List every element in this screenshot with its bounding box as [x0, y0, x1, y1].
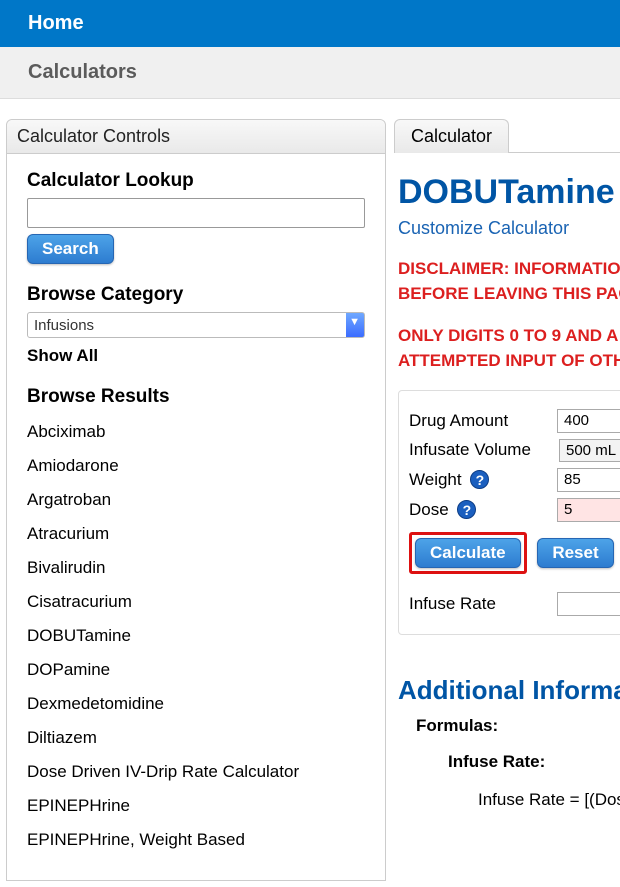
controls-panel-header: Calculator Controls [7, 120, 385, 154]
list-item[interactable]: Bivalirudin [27, 558, 365, 578]
disclaimer-line-1: DISCLAIMER: INFORMATION [398, 257, 620, 282]
calculate-button[interactable]: Calculate [415, 538, 521, 568]
lookup-title: Calculator Lookup [27, 170, 365, 192]
disclaimer-line-4: ATTEMPTED INPUT OF OTHE [398, 349, 620, 374]
lookup-input[interactable] [27, 198, 365, 228]
dose-label: Dose ? [409, 500, 557, 520]
list-item[interactable]: Abciximab [27, 422, 365, 442]
customize-link[interactable]: Customize Calculator [398, 218, 620, 239]
list-item[interactable]: Cisatracurium [27, 592, 365, 612]
list-item[interactable]: Argatroban [27, 490, 365, 510]
dose-input[interactable] [557, 498, 620, 522]
drug-amount-input[interactable] [557, 409, 620, 433]
browse-category-title: Browse Category [27, 284, 365, 306]
controls-panel: Calculator Controls Calculator Lookup Se… [6, 119, 386, 881]
weight-label: Weight ? [409, 470, 557, 490]
weight-input[interactable] [557, 468, 620, 492]
formulas-label: Formulas: [416, 716, 620, 736]
calculator-panel: Calculator DOBUTamine Customize Calculat… [394, 119, 620, 810]
top-nav: Home [0, 0, 620, 47]
nav-calculators[interactable]: Calculators [28, 61, 137, 83]
calculate-highlight: Calculate [409, 532, 527, 574]
help-icon[interactable]: ? [470, 470, 489, 489]
infuse-rate-output [557, 592, 620, 616]
results-list: Abciximab Amiodarone Argatroban Atracuri… [27, 422, 365, 850]
drug-amount-label: Drug Amount [409, 411, 557, 431]
list-item[interactable]: EPINEPHrine, Weight Based [27, 830, 365, 850]
list-item[interactable]: Amiodarone [27, 456, 365, 476]
infuse-rate-sub-label: Infuse Rate: [448, 752, 620, 772]
disclaimer-line-2: BEFORE LEAVING THIS PAG [398, 282, 620, 307]
list-item[interactable]: EPINEPHrine [27, 796, 365, 816]
infuse-rate-label: Infuse Rate [409, 594, 557, 614]
infusate-volume-value: 500 mL [559, 439, 620, 462]
additional-info-title: Additional Informatio [398, 675, 620, 706]
list-item[interactable]: Diltiazem [27, 728, 365, 748]
nav-home[interactable]: Home [28, 12, 84, 34]
infuse-rate-equation: Infuse Rate = [(Dose [478, 790, 620, 810]
browse-results-title: Browse Results [27, 386, 365, 408]
search-button[interactable]: Search [27, 234, 114, 264]
disclaimer-line-3: ONLY DIGITS 0 TO 9 AND A S [398, 324, 620, 349]
category-select[interactable]: Infusions [27, 312, 365, 338]
drug-title: DOBUTamine [398, 173, 620, 212]
reset-button[interactable]: Reset [537, 538, 613, 568]
infusate-volume-label: Infusate Volume [409, 440, 559, 460]
list-item[interactable]: DOPamine [27, 660, 365, 680]
list-item[interactable]: Dexmedetomidine [27, 694, 365, 714]
list-item[interactable]: DOBUTamine [27, 626, 365, 646]
list-item[interactable]: Dose Driven IV-Drip Rate Calculator [27, 762, 365, 782]
list-item[interactable]: Atracurium [27, 524, 365, 544]
calc-form: Drug Amount Infusate Volume 500 mL Weigh… [398, 390, 620, 635]
sub-nav: Calculators [0, 47, 620, 99]
help-icon[interactable]: ? [457, 500, 476, 519]
show-all-link[interactable]: Show All [27, 346, 365, 366]
tab-calculator[interactable]: Calculator [394, 119, 509, 153]
